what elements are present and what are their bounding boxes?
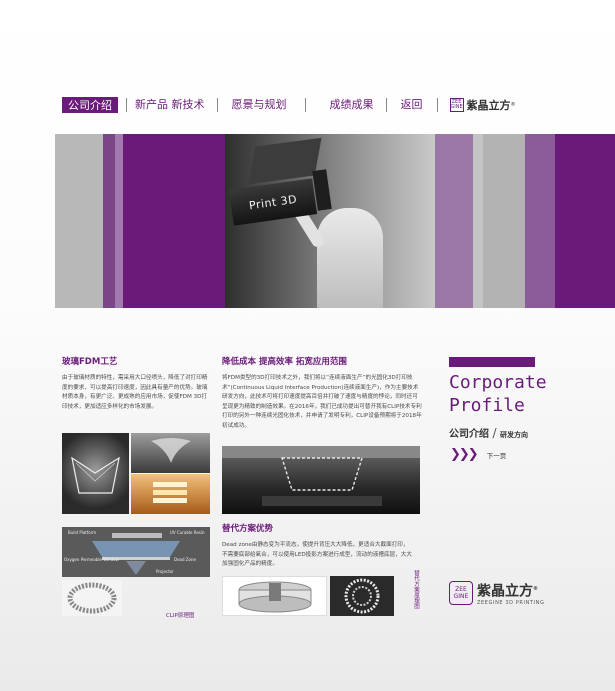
next-page-label: 下一页 (486, 451, 507, 460)
lattice-sphere-photo (330, 576, 394, 616)
profile-subtitle: 公司介绍 / 研发方向 (449, 425, 528, 440)
brand-logo: ZEE GINE 紫晶立方® ZEEGINE 3D PRINTING (449, 581, 544, 606)
alternative-diagram-illustration (238, 581, 312, 613)
corporate-profile-heading: Corporate Profile (449, 371, 547, 417)
section-body-alternative: Dead zone由静态变为平流态，使提升背压大大降低，更适合大截面打印，不需要… (222, 542, 412, 568)
nav-company-intro[interactable]: 公司介绍 (62, 97, 118, 113)
banner-stripe (555, 134, 615, 308)
diagram-label: Projector (156, 569, 174, 574)
banner-stripe (435, 134, 473, 308)
heading-line-1: Corporate (449, 372, 547, 393)
lattice-sphere-illustration (344, 578, 380, 614)
brand-mark-icon: ZEE GINE (449, 581, 473, 606)
banner-stripe (525, 134, 555, 308)
nav-logo-text: 紫晶立方 (466, 99, 511, 112)
nav-divider (216, 98, 218, 112)
section-body-glass-fdm: 由于玻璃材质的特性，需采用大口径喷头，降低了对打印精度的要求，可以提高打印速度，… (62, 375, 208, 410)
diagram-label: Build Platform (68, 530, 97, 535)
nav-back[interactable]: 返回 (401, 97, 423, 113)
banner-stripe (115, 134, 123, 308)
glass-print-photo (131, 474, 210, 514)
hand-illustration (317, 208, 383, 308)
logo-mark-icon: ZEE GINE (449, 98, 464, 112)
banner-stripe (123, 134, 225, 308)
diagram-label: Oxygen Permeable Window (64, 557, 119, 562)
glass-layers-illustration (153, 482, 187, 503)
banner-stripe (103, 134, 115, 308)
hero-banner: Print 3D (55, 134, 615, 308)
nav-logo[interactable]: ZEE GINE 紫晶立方 ® (449, 97, 516, 113)
alternative-diagram-caption: 替代方案原理图 (413, 570, 419, 609)
middle-column-lower: 替代方案优势 Dead zone由静态变为平流态，使提升背压大大降低，更适合大截… (222, 523, 412, 570)
accent-bar (449, 357, 535, 367)
banner-stripe (483, 134, 525, 308)
section-title-alternative: 替代方案优势 (222, 524, 274, 534)
glass-vase-illustration (71, 456, 120, 494)
glass-print-photo (131, 433, 210, 473)
nav-divider (126, 98, 127, 112)
top-nav: 公司介绍 新产品 新技术 愿景与规划 成绩成果 返回 ZEE GINE 紫晶立方… (62, 93, 552, 117)
nav-new-products[interactable]: 新产品 新技术 (135, 97, 205, 113)
clip-printer-photo (222, 446, 420, 514)
diagram-label: Dead Zone (174, 557, 196, 562)
nav-achievements[interactable]: 成绩成果 (330, 97, 374, 113)
nav-divider (385, 98, 387, 112)
left-column: 玻璃FDM工艺 由于玻璃材质的特性，需采用大口径喷头，降低了对打印精度的要求，可… (62, 356, 212, 412)
diagram-label: UV Curable Resin (170, 530, 205, 535)
next-page-button[interactable]: ❯❯❯ 下一页 (450, 447, 506, 462)
section-body-cost: 将FDM类型的3D打印技术之外，我们将以“连续液面生产”的光固化3D打印技术”(… (222, 375, 422, 429)
lattice-ring-illustration (67, 582, 117, 614)
nav-vision[interactable]: 愿景与规划 (232, 97, 287, 113)
subtitle-small: 研发方向 (500, 431, 529, 439)
middle-column: 降低成本 提高效率 拓宽应用范围 将FDM类型的3D打印技术之外，我们将以“连续… (222, 356, 422, 432)
nav-divider (304, 98, 306, 112)
brand-name-cn: 紫晶立方® (477, 583, 538, 600)
heading-line-2: Profile (449, 395, 525, 416)
banner-stripe (55, 134, 103, 308)
clip-diagram: Build Platform UV Curable Resin Oxygen P… (62, 527, 210, 577)
glass-spiral-illustration (151, 438, 191, 463)
clip-diagram-caption: CLIP原理图 (166, 613, 195, 619)
printer-lattice-illustration (222, 446, 420, 506)
brand-name-en: ZEEGINE 3D PRINTING (477, 599, 545, 606)
alternative-diagram (222, 576, 327, 616)
section-title-cost: 降低成本 提高效率 拓宽应用范围 (222, 357, 347, 367)
section-title-glass-fdm: 玻璃FDM工艺 (62, 357, 118, 367)
triple-chevron-icon: ❯❯❯ (450, 447, 479, 462)
trademark: ® (510, 102, 516, 108)
nav-divider (436, 98, 438, 112)
subtitle-main: 公司介绍 (449, 429, 489, 440)
banner-stripe (473, 134, 483, 308)
glass-print-photo (62, 433, 129, 514)
slash-divider: / (492, 426, 497, 440)
printed-lattice-photo (62, 580, 122, 616)
